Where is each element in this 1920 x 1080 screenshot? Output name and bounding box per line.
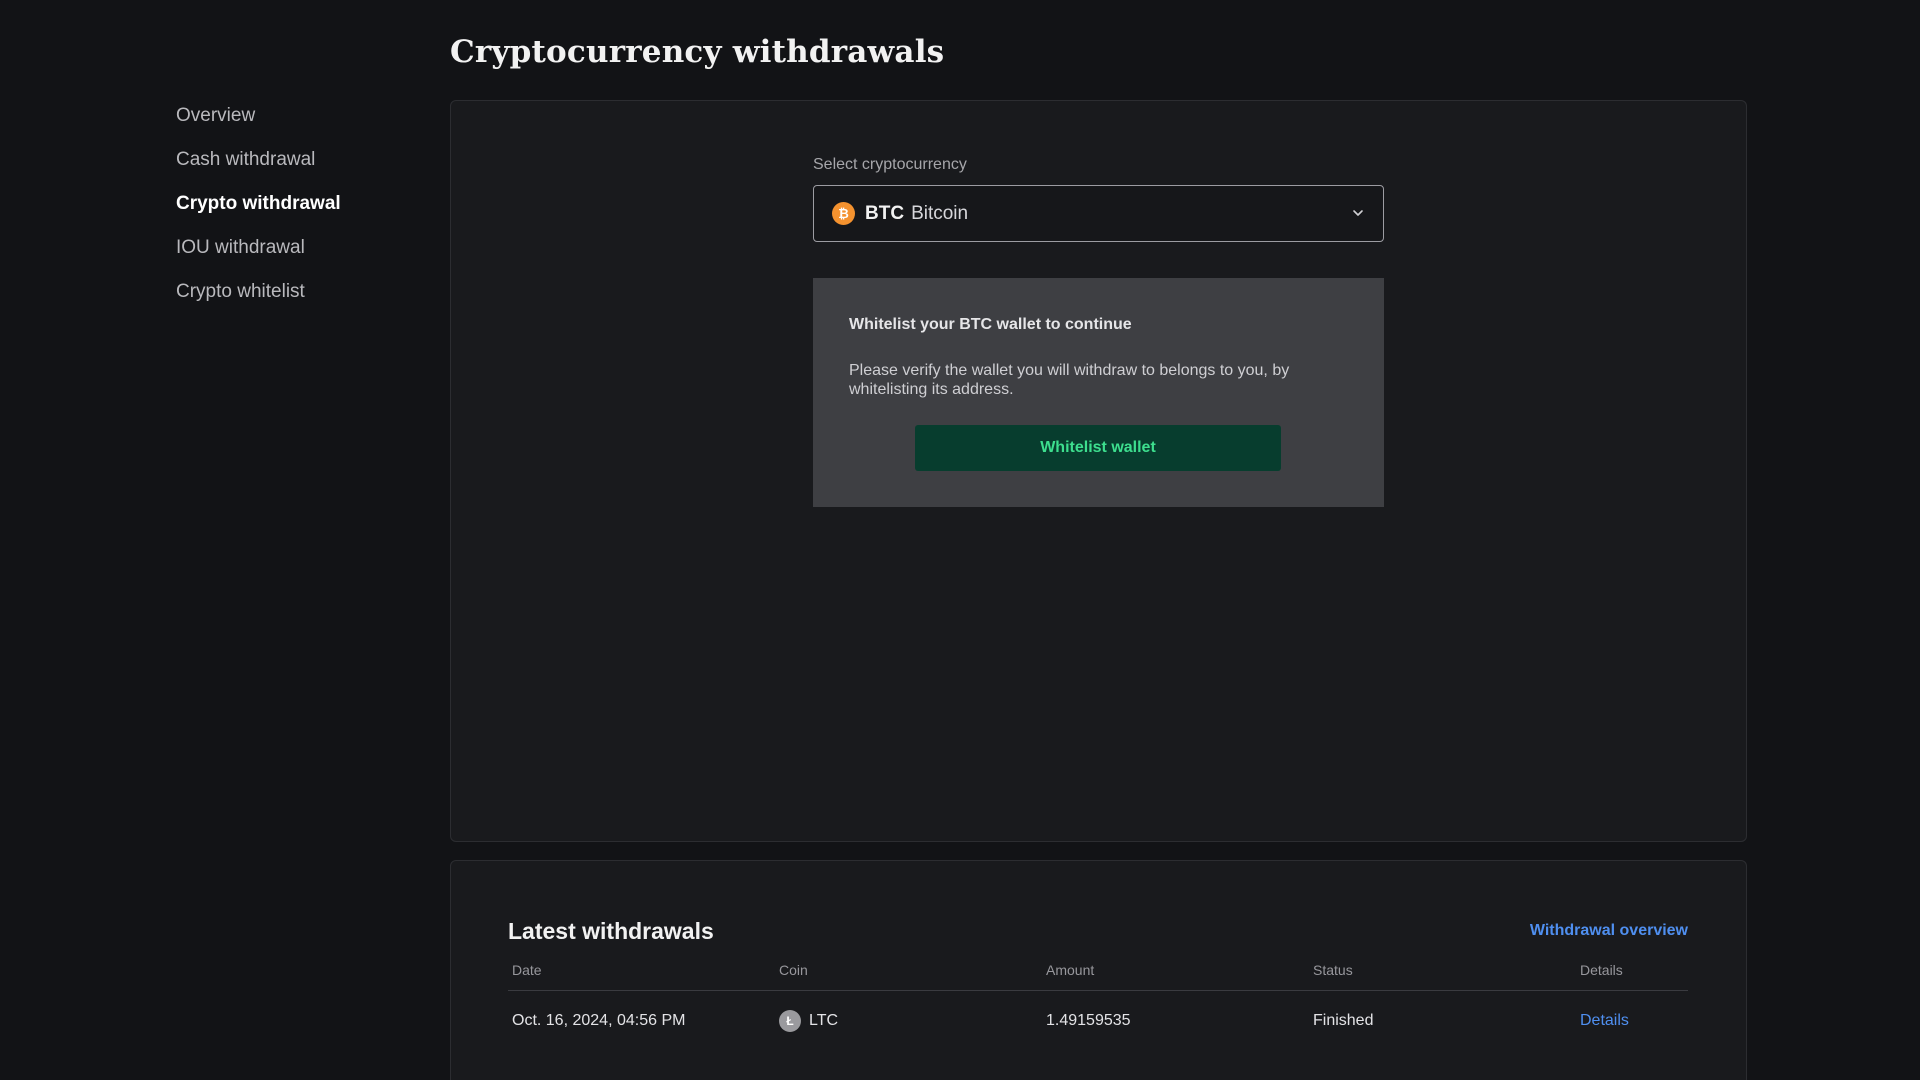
sidebar-item-overview[interactable]: Overview	[176, 98, 341, 142]
withdrawal-overview-link[interactable]: Withdrawal overview	[1530, 922, 1688, 940]
column-header-details: Details	[1580, 962, 1623, 978]
latest-withdrawals-title: Latest withdrawals	[508, 918, 714, 944]
sidebar-item-crypto-withdrawal[interactable]: Crypto withdrawal	[176, 186, 341, 230]
selected-coin-code: BTC	[865, 202, 905, 224]
whitelist-wallet-button[interactable]: Whitelist wallet	[915, 425, 1281, 471]
whitelist-notice-title: Whitelist your BTC wallet to continue	[849, 316, 1132, 333]
table-row: Oct. 16, 2024, 04:56 PM Ł LTC 1.49159535…	[508, 991, 1688, 1051]
row-amount: 1.49159535	[1046, 1012, 1131, 1029]
bitcoin-icon: ₿	[832, 202, 855, 225]
row-details-link[interactable]: Details	[1576, 1012, 1688, 1030]
whitelist-notice-text: Please verify the wallet you will withdr…	[849, 362, 1290, 398]
withdrawals-table: Date Coin Amount Status Details Oct. 16,…	[508, 962, 1688, 1051]
litecoin-icon: Ł	[779, 1010, 801, 1032]
cryptocurrency-select[interactable]: ₿ BTC Bitcoin	[813, 185, 1384, 242]
sidebar: Overview Cash withdrawal Crypto withdraw…	[176, 98, 341, 318]
sidebar-item-crypto-whitelist[interactable]: Crypto whitelist	[176, 274, 341, 318]
column-header-coin: Coin	[779, 962, 808, 978]
table-header: Date Coin Amount Status Details	[508, 962, 1688, 991]
page-title: Cryptocurrency withdrawals	[450, 34, 945, 70]
column-header-amount: Amount	[1046, 962, 1095, 978]
column-header-status: Status	[1313, 962, 1353, 978]
row-status: Finished	[1313, 1012, 1374, 1029]
row-coin-code: LTC	[809, 1012, 839, 1029]
whitelist-notice: Whitelist your BTC wallet to continue Pl…	[813, 278, 1384, 507]
sidebar-item-iou-withdrawal[interactable]: IOU withdrawal	[176, 230, 341, 274]
selected-coin-name: Bitcoin	[911, 202, 969, 224]
row-coin: Ł LTC	[775, 1010, 1042, 1032]
select-cryptocurrency-label: Select cryptocurrency	[813, 156, 967, 173]
chevron-down-icon	[1353, 210, 1363, 216]
column-header-date: Date	[512, 962, 542, 978]
row-date: Oct. 16, 2024, 04:56 PM	[512, 1012, 686, 1029]
sidebar-item-cash-withdrawal[interactable]: Cash withdrawal	[176, 142, 341, 186]
